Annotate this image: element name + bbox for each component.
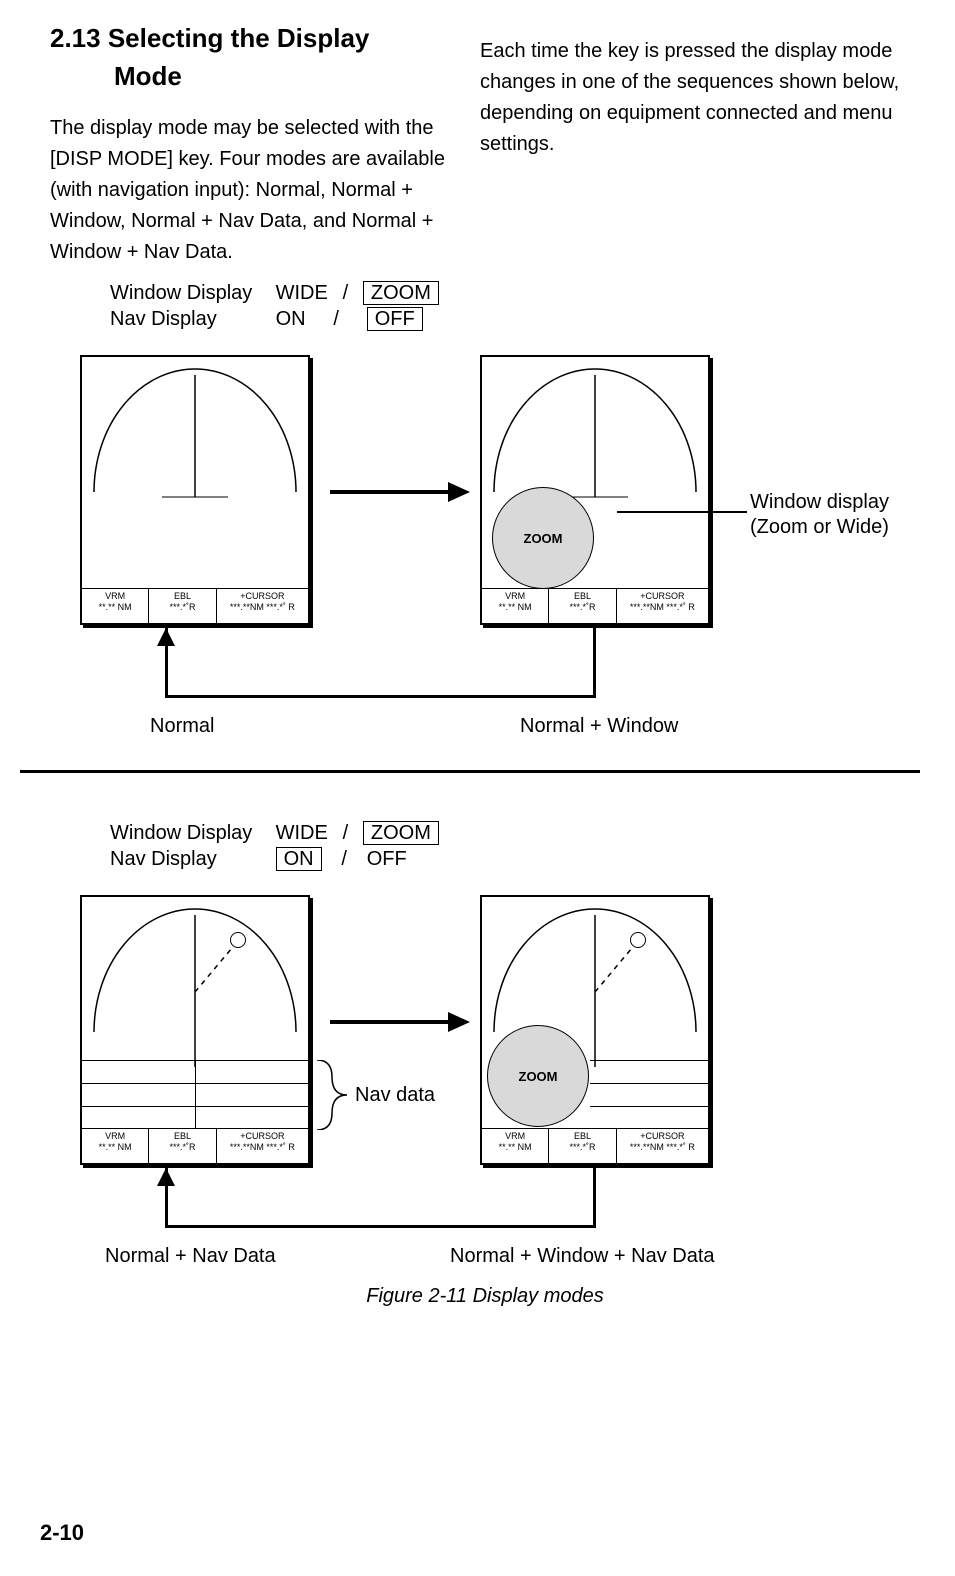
- options-top: Window Display WIDE / ZOOM Nav Display O…: [110, 280, 439, 332]
- figure-caption: Figure 2-11 Display modes: [50, 1285, 920, 1308]
- section-divider: [20, 770, 920, 773]
- heading-title-1: Selecting the Display: [108, 23, 370, 53]
- window-display-annot: Window display (Zoom or Wide): [750, 490, 889, 540]
- slash-icon: /: [327, 846, 361, 872]
- ebl-label: EBL: [574, 1131, 591, 1141]
- arrow-head-icon: [448, 1012, 470, 1032]
- arrow-up-icon: [157, 1168, 175, 1186]
- cursor-value: ***.**NM ***.*˚ R: [230, 1142, 295, 1152]
- cursor-value: ***.**NM ***.*˚ R: [630, 1142, 695, 1152]
- window-display-text: Window display: [750, 491, 889, 513]
- cursor-value: ***.**NM ***.*˚ R: [230, 602, 295, 612]
- brace-icon: [312, 1060, 352, 1130]
- heading-number: 2.13: [50, 23, 101, 53]
- panel-footer: VRM**.** NM EBL***.*˚R +CURSOR***.**NM *…: [482, 1128, 708, 1163]
- arrow-head-icon: [448, 482, 470, 502]
- cursor-label: +CURSOR: [640, 591, 684, 601]
- window-display-label: Window Display: [110, 820, 270, 846]
- connector-line: [593, 1168, 596, 1228]
- nav-data-annot: Nav data: [355, 1083, 435, 1108]
- vrm-value: **.** NM: [99, 602, 132, 612]
- off-text: OFF: [367, 848, 407, 870]
- slash-icon: /: [333, 820, 357, 846]
- window-display-label: Window Display: [110, 280, 270, 306]
- vrm-value: **.** NM: [499, 602, 532, 612]
- arrow-up-icon: [157, 628, 175, 646]
- panel-footer: VRM**.** NM EBL***.*˚R +CURSOR***.**NM *…: [482, 588, 708, 623]
- target-icon: [630, 932, 646, 948]
- zoom-text: ZOOM: [519, 1069, 558, 1084]
- page-number: 2-10: [40, 1520, 84, 1546]
- vrm-label: VRM: [505, 591, 525, 601]
- off-boxed: OFF: [367, 307, 423, 331]
- wide-text: WIDE: [276, 822, 328, 844]
- panel-normal: VRM**.** NM EBL***.*˚R +CURSOR***.**NM *…: [80, 355, 310, 625]
- radar-arc-icon: [82, 897, 308, 1077]
- zoom-text: ZOOM: [524, 531, 563, 546]
- paragraph-right: Each time the key is pressed the display…: [480, 36, 910, 160]
- cursor-label: +CURSOR: [240, 1131, 284, 1141]
- ebl-value: ***.*˚R: [570, 1142, 596, 1152]
- nav-display-label: Nav Display: [110, 306, 270, 332]
- zoom-boxed: ZOOM: [363, 821, 439, 845]
- zoom-circle: ZOOM: [492, 487, 594, 589]
- wide-text: WIDE: [276, 282, 328, 304]
- caption-normal-nav: Normal + Nav Data: [105, 1245, 276, 1268]
- ebl-label: EBL: [174, 1131, 191, 1141]
- zoom-or-wide-text: (Zoom or Wide): [750, 516, 889, 538]
- nav-display-label: Nav Display: [110, 846, 270, 872]
- ebl-label: EBL: [574, 591, 591, 601]
- slash-icon: /: [311, 306, 361, 332]
- zoom-boxed: ZOOM: [363, 281, 439, 305]
- options-bottom: Window Display WIDE / ZOOM Nav Display O…: [110, 820, 439, 872]
- cursor-label: +CURSOR: [640, 1131, 684, 1141]
- cursor-value: ***.**NM ***.*˚ R: [630, 602, 695, 612]
- nav-data-rows: [82, 1060, 308, 1129]
- caption-normal-window: Normal + Window: [520, 715, 678, 738]
- connector-line: [165, 1225, 595, 1228]
- ebl-value: ***.*˚R: [170, 1142, 196, 1152]
- connector-line: [593, 628, 596, 698]
- panel-normal-window: ZOOM VRM**.** NM EBL***.*˚R +CURSOR***.*…: [480, 355, 710, 625]
- caption-normal-window-nav: Normal + Window + Nav Data: [450, 1245, 715, 1268]
- panel-footer: VRM**.** NM EBL***.*˚R +CURSOR***.**NM *…: [82, 1128, 308, 1163]
- slash-icon: /: [333, 280, 357, 306]
- paragraph-left: The display mode may be selected with th…: [50, 113, 460, 268]
- leader-line: [617, 511, 747, 513]
- ebl-value: ***.*˚R: [170, 602, 196, 612]
- arrow-icon: [330, 1020, 450, 1024]
- arrow-icon: [330, 490, 450, 494]
- on-boxed: ON: [276, 847, 322, 871]
- vrm-label: VRM: [105, 591, 125, 601]
- vrm-label: VRM: [105, 1131, 125, 1141]
- nav-data-rows: [590, 1060, 708, 1129]
- cursor-label: +CURSOR: [240, 591, 284, 601]
- target-icon: [230, 932, 246, 948]
- zoom-circle: ZOOM: [487, 1025, 589, 1127]
- ebl-value: ***.*˚R: [570, 602, 596, 612]
- panel-normal-nav: VRM**.** NM EBL***.*˚R +CURSOR***.**NM *…: [80, 895, 310, 1165]
- panel-footer: VRM**.** NM EBL***.*˚R +CURSOR***.**NM *…: [82, 588, 308, 623]
- radar-arc-icon: [82, 357, 308, 587]
- connector-line: [165, 695, 595, 698]
- vrm-label: VRM: [505, 1131, 525, 1141]
- on-text: ON: [276, 308, 306, 330]
- caption-normal: Normal: [150, 715, 214, 738]
- vrm-value: **.** NM: [99, 1142, 132, 1152]
- panel-normal-window-nav: ZOOM VRM**.** NM EBL***.*˚R +CURSOR***.*…: [480, 895, 710, 1165]
- ebl-label: EBL: [174, 591, 191, 601]
- vrm-value: **.** NM: [499, 1142, 532, 1152]
